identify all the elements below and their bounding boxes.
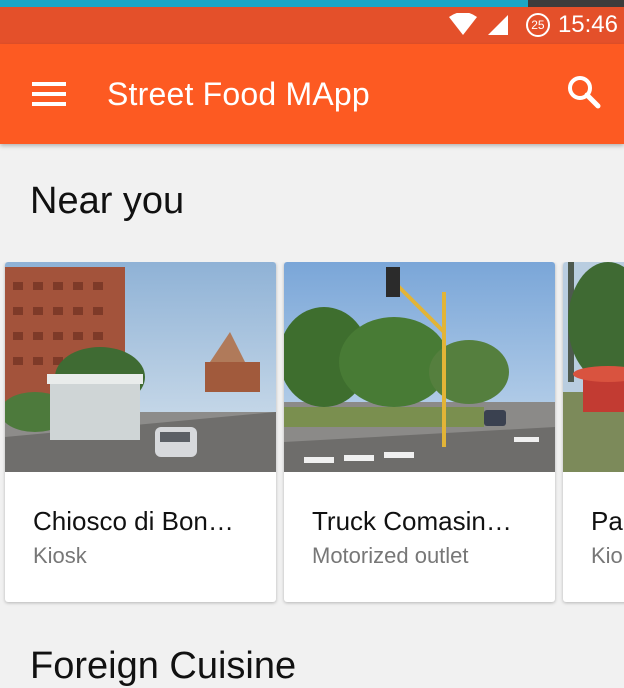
hamburger-menu-icon [32, 82, 66, 106]
place-photo [5, 262, 276, 472]
wifi-icon [448, 13, 477, 35]
place-name: Par [591, 506, 624, 536]
place-type: Kiosk [33, 543, 87, 568]
near-you-carousel[interactable]: Chiosco di Bon… Kiosk Truck Comasin… Mot… [0, 262, 624, 607]
app-bar: Street Food MApp [0, 44, 624, 144]
section-title-near-you: Near you [30, 180, 185, 222]
place-photo [284, 262, 555, 472]
place-photo [563, 262, 624, 472]
place-card[interactable]: Chiosco di Bon… Kiosk [5, 262, 276, 602]
place-name: Chiosco di Bon… [33, 506, 234, 536]
notification-badge: 25 [525, 13, 550, 37]
search-icon [568, 76, 601, 109]
search-button[interactable] [564, 72, 604, 112]
menu-button[interactable] [30, 78, 70, 110]
status-time: 15:46 [557, 11, 618, 38]
place-card[interactable]: Par Kio [563, 262, 624, 602]
top-edge-bar [0, 0, 624, 7]
place-type: Kio [591, 543, 623, 568]
place-type: Motorized outlet [312, 543, 469, 568]
place-name: Truck Comasin… [312, 506, 512, 536]
status-bar: 25 15:46 [0, 7, 624, 44]
place-card[interactable]: Truck Comasin… Motorized outlet [284, 262, 555, 602]
signal-icon [487, 15, 508, 35]
app-title: Street Food MApp [107, 76, 370, 112]
